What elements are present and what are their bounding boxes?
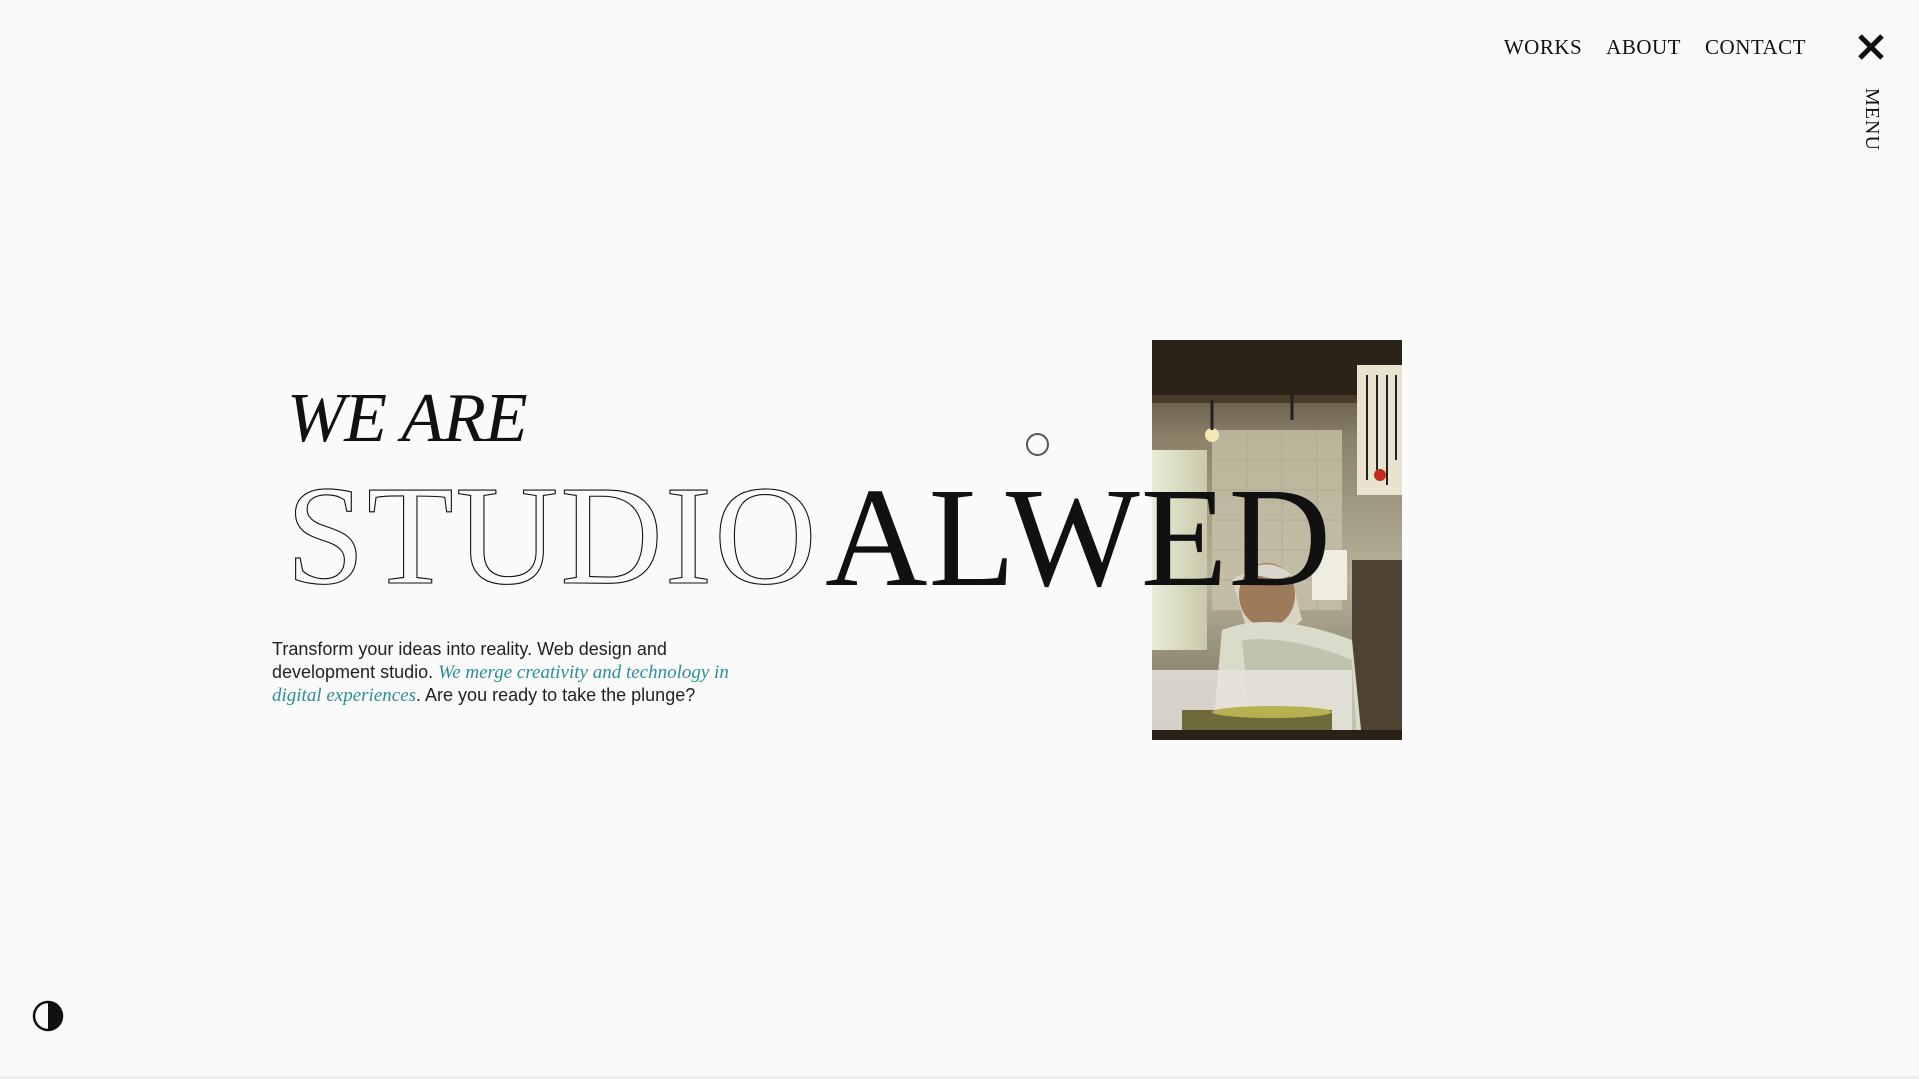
cursor-ring: [1026, 433, 1049, 456]
menu-toggle[interactable]: MENU: [1860, 88, 1883, 151]
nav-about[interactable]: ABOUT: [1606, 32, 1681, 62]
nav-contact[interactable]: CONTACT: [1705, 32, 1806, 62]
hero-title-solid: ALWED: [825, 458, 1332, 616]
close-icon[interactable]: [1855, 31, 1887, 63]
intro-text-2: . Are you ready to take the plunge?: [416, 685, 696, 705]
hero-title: STUDIO ALWED: [285, 455, 1331, 616]
main-nav: WORKS ABOUT CONTACT: [1504, 32, 1806, 62]
nav-works[interactable]: WORKS: [1504, 32, 1582, 62]
hero-intro: Transform your ideas into reality. Web d…: [272, 638, 772, 707]
contrast-icon[interactable]: [32, 1000, 64, 1032]
hero-title-outline: STUDIO: [286, 456, 819, 614]
